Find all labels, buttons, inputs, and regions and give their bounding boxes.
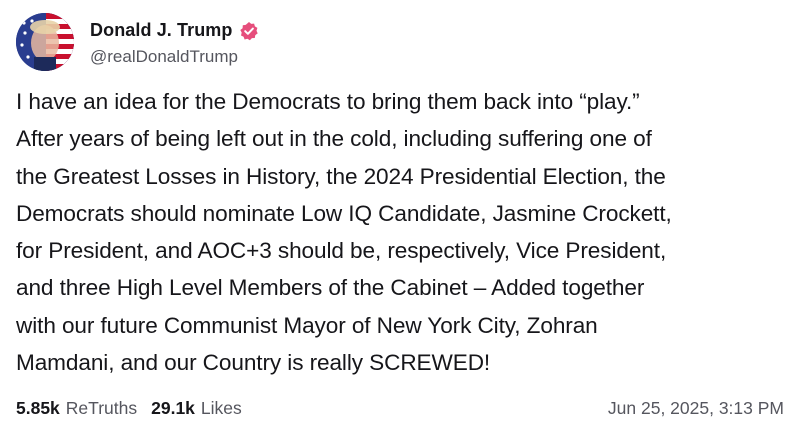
post-footer: 5.85k ReTruths 29.1k Likes Jun 25, 2025,… — [16, 394, 784, 422]
post-timestamp[interactable]: Jun 25, 2025, 3:13 PM — [608, 398, 784, 419]
author-handle[interactable]: @realDonaldTrump — [90, 47, 259, 67]
avatar-image — [16, 13, 74, 71]
retruths-label: ReTruths — [65, 397, 138, 418]
truth-post: Donald J. Trump @realDonaldTrump I have … — [0, 0, 800, 438]
avatar[interactable] — [16, 13, 74, 71]
retruths-count: 5.85k — [16, 397, 60, 418]
verified-badge-icon — [239, 21, 259, 41]
author-display-name[interactable]: Donald J. Trump — [90, 20, 233, 41]
post-header: Donald J. Trump @realDonaldTrump — [16, 12, 259, 72]
post-body-text: I have an idea for the Democrats to brin… — [16, 89, 672, 376]
author-name-row: Donald J. Trump — [90, 18, 259, 44]
likes-label: Likes — [200, 397, 242, 418]
likes-stat[interactable]: 29.1k Likes — [151, 398, 242, 419]
retruths-stat[interactable]: 5.85k ReTruths — [16, 398, 137, 419]
likes-count: 29.1k — [151, 397, 195, 418]
author-identity: Donald J. Trump @realDonaldTrump — [90, 18, 259, 67]
